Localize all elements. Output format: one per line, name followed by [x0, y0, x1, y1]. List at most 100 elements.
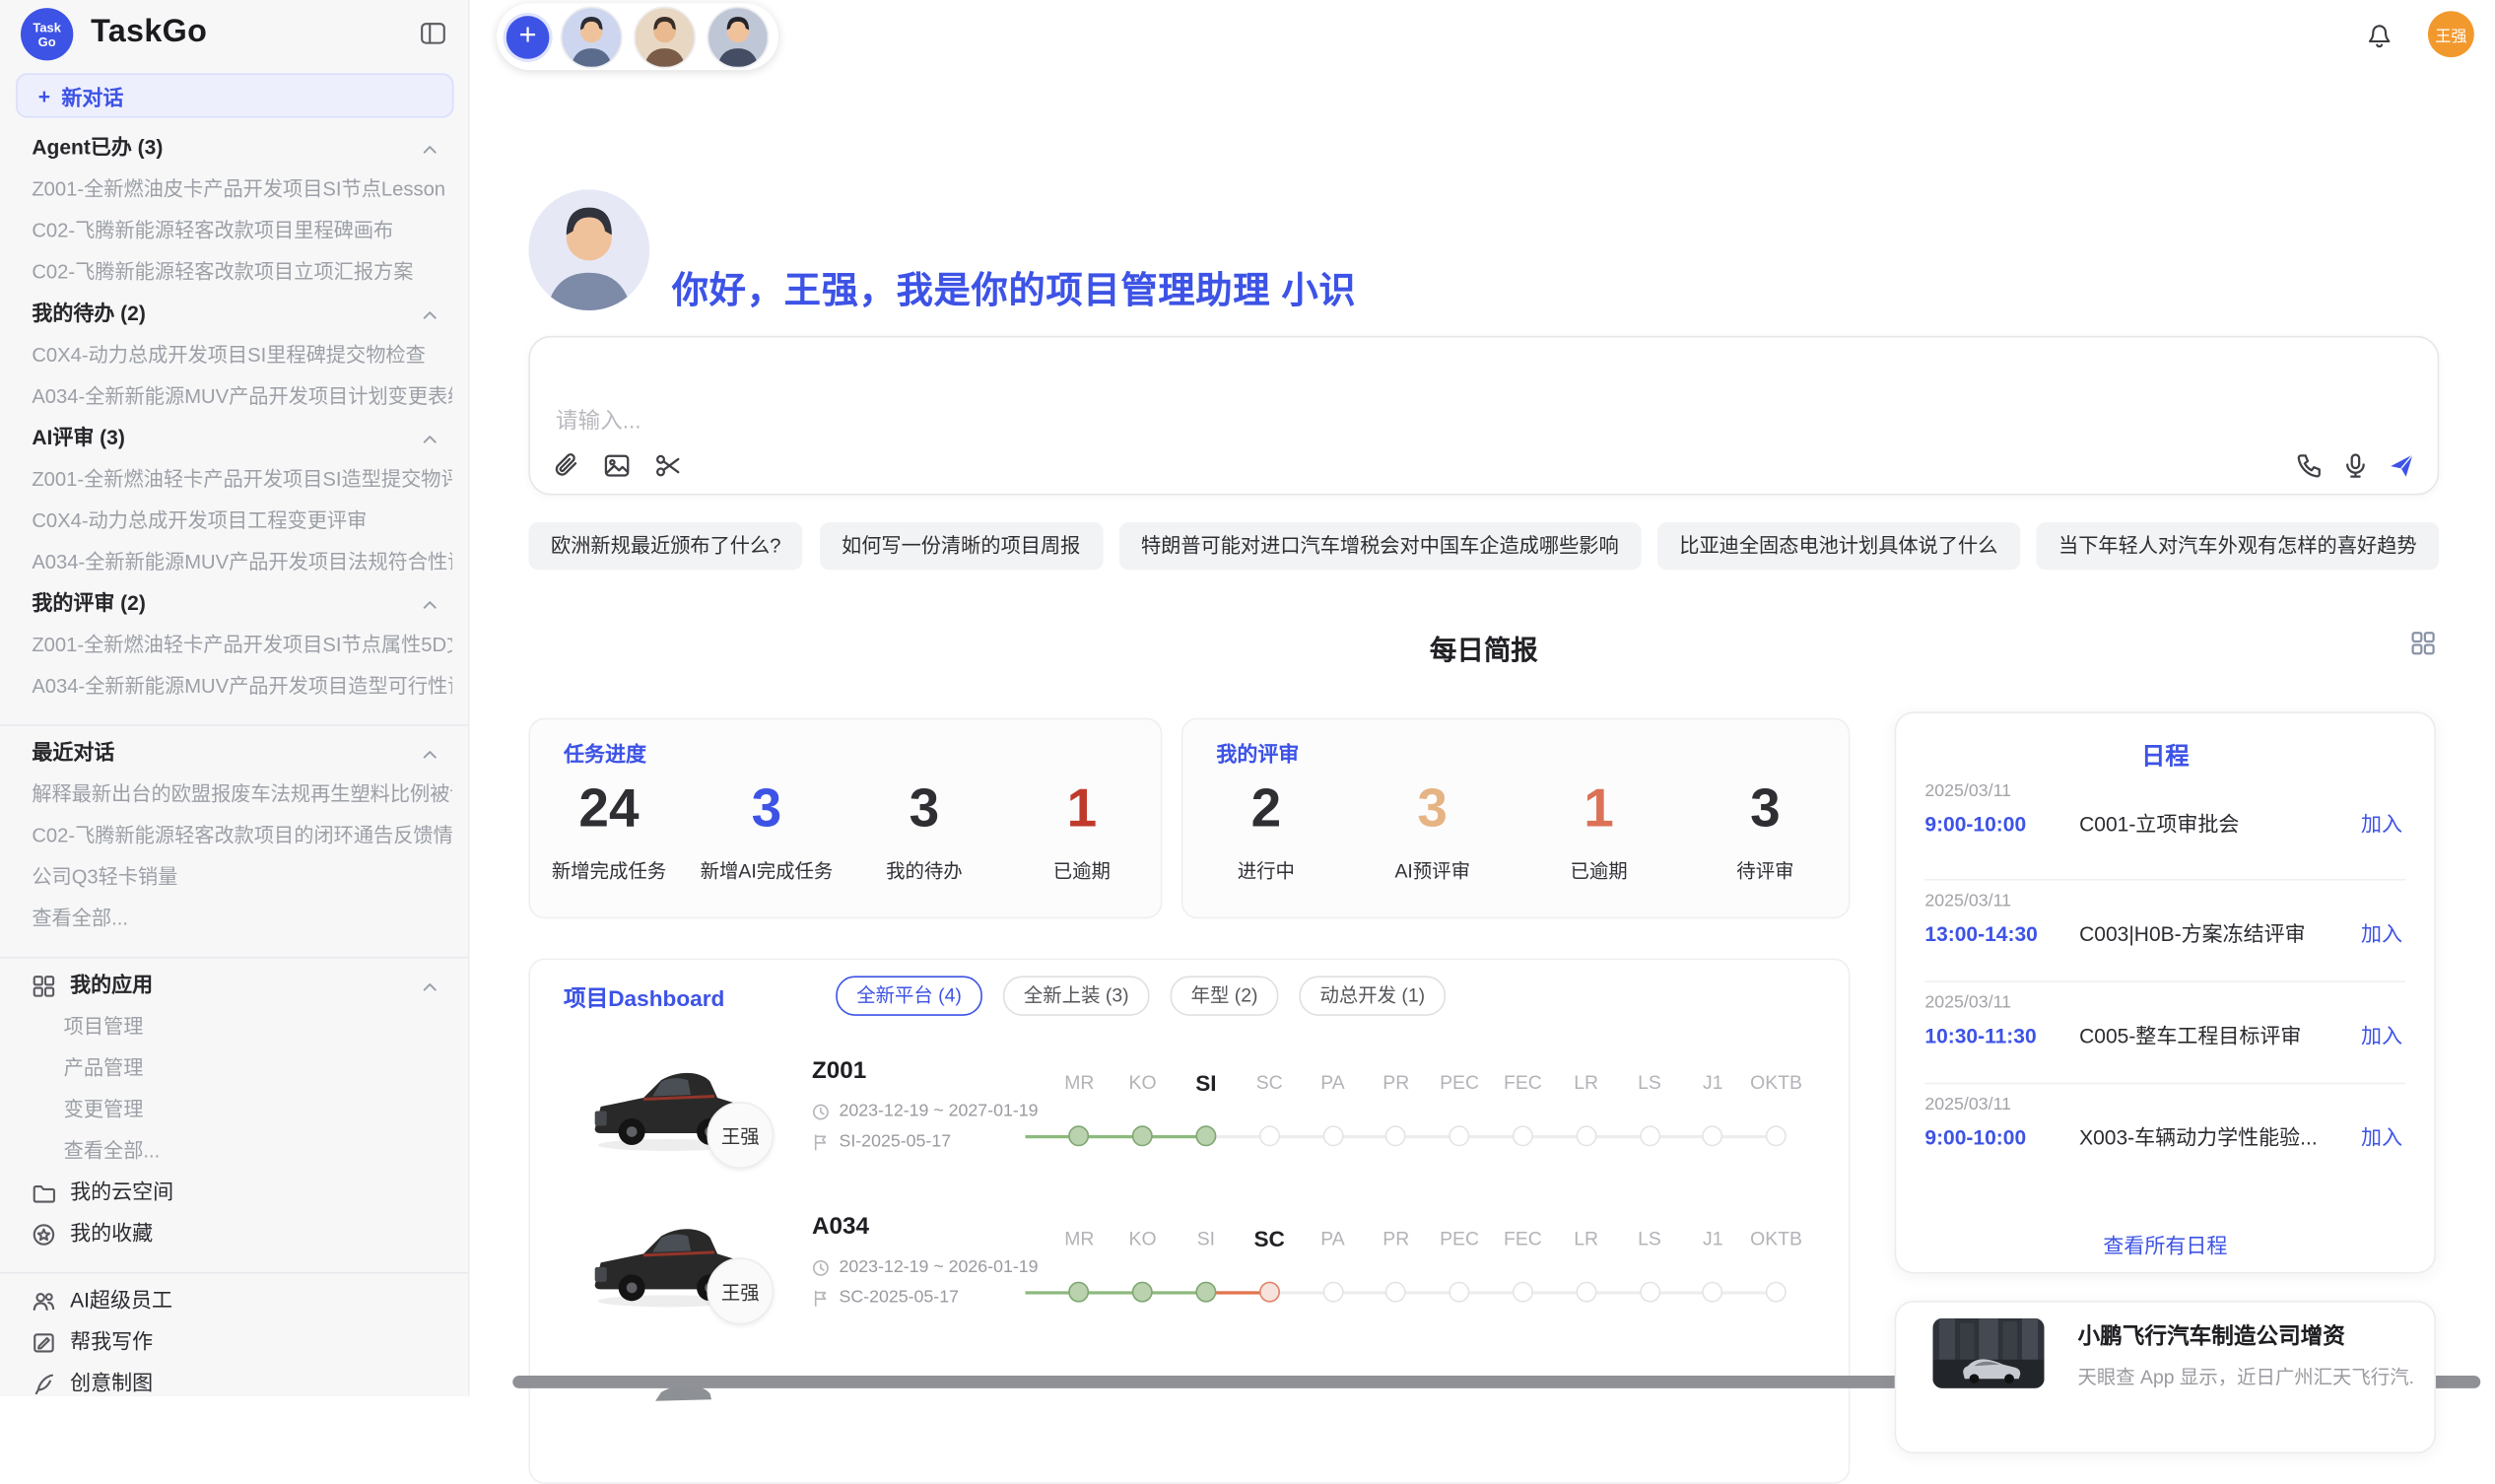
milestone-dot [1703, 1125, 1723, 1146]
suggestion-chip[interactable]: 特朗普可能对进口汽车增税会对中国车企造成哪些影响 [1118, 522, 1641, 570]
section-ai-review[interactable]: AI评审 (3) [32, 424, 452, 452]
milestone-dot [1639, 1125, 1659, 1146]
join-link[interactable]: 加入 [2361, 1124, 2402, 1153]
milestone-mr: MR [1047, 1067, 1111, 1166]
task-progress-card: 任务进度 24 新增完成任务 3 新增AI完成任务 3 我的待办 1 已逾期 [528, 718, 1162, 919]
conversation-item[interactable]: 解释最新出台的欧盟报废车法规再生塑料比例被调至15%... [32, 780, 452, 809]
sidebar-item-creative-draw[interactable]: 创意制图 [32, 1370, 452, 1396]
agent-avatar[interactable] [707, 6, 769, 68]
tab-new-body[interactable]: 全新上装 (3) [1003, 976, 1150, 1015]
conversation-item[interactable]: Z001-全新燃油轻卡产品开发项目SI造型提交物评审 [32, 465, 452, 494]
divider [1924, 980, 2405, 982]
chevron-up-icon[interactable] [421, 304, 439, 323]
conversation-item[interactable]: C02-飞腾新能源轻客改款项目立项汇报方案 [32, 258, 452, 287]
attachment-icon[interactable] [553, 452, 579, 479]
image-icon[interactable] [603, 452, 630, 479]
conversation-item[interactable]: Z001-全新燃油轻卡产品开发项目SI节点属性5D文件评审 [32, 631, 452, 659]
conversation-item[interactable]: A034-全新新能源MUV产品开发项目法规符合性评审 [32, 548, 452, 576]
schedule-event: 2025/03/11 9:00-10:00 C001-立项审批会 加入 [1924, 781, 2405, 861]
suggestion-chips: 欧洲新规最近颁布了什么? 如何写一份清晰的项目周报 特朗普可能对进口汽车增税会对… [528, 522, 2439, 570]
daily-brief-title: 每日简报 [528, 628, 2439, 667]
card-title: 任务进度 [564, 737, 646, 768]
new-chat-button[interactable]: + 新对话 [16, 73, 453, 117]
phone-icon[interactable] [2296, 452, 2323, 479]
chevron-up-icon[interactable] [421, 594, 439, 613]
milestone-si: SI [1175, 1067, 1238, 1166]
view-all-chats[interactable]: 查看全部... [32, 905, 452, 933]
milestone-dot [1766, 1125, 1787, 1146]
section-recent-chats[interactable]: 最近对话 [32, 739, 452, 768]
sidebar-collapse-icon[interactable] [419, 19, 447, 47]
tab-powertrain[interactable]: 动总开发 (1) [1299, 976, 1446, 1015]
join-link[interactable]: 加入 [2361, 920, 2402, 949]
input-tools-left [553, 452, 682, 479]
milestone-ko: KO [1111, 1067, 1174, 1166]
chevron-up-icon[interactable] [421, 976, 439, 994]
sidebar-item-help-write[interactable]: 帮我写作 [32, 1327, 452, 1356]
conversation-item[interactable]: A034-全新新能源MUV产品开发项目造型可行性评审 [32, 672, 452, 701]
milestone-dot [1195, 1282, 1216, 1303]
topbar-right: 王强 [2366, 11, 2474, 57]
milestone-pr: PR [1365, 1067, 1428, 1166]
join-link[interactable]: 加入 [2361, 1022, 2402, 1050]
join-link[interactable]: 加入 [2361, 810, 2402, 839]
agent-avatar[interactable] [634, 6, 696, 68]
sidebar-item-product-mgmt[interactable]: 产品管理 [64, 1054, 452, 1083]
logo-text-1: Task [33, 20, 61, 34]
user-avatar[interactable]: 王强 [2428, 11, 2474, 57]
chat-input-card[interactable]: 请输入... [528, 336, 2439, 496]
sidebar-item-favorites[interactable]: 我的收藏 [32, 1220, 452, 1248]
agent-avatar[interactable] [561, 6, 623, 68]
tab-new-platform[interactable]: 全新平台 (4) [836, 976, 982, 1015]
conversation-item[interactable]: A034-全新新能源MUV产品开发项目计划变更表编写 [32, 382, 452, 411]
project-dashboard-card: 项目Dashboard 全新平台 (4) 全新上装 (3) 年型 (2) 动总开… [528, 959, 1850, 1484]
milestone-dot [1069, 1125, 1090, 1146]
chevron-up-icon[interactable] [421, 744, 439, 763]
layout-grid-icon[interactable] [2410, 631, 2436, 656]
sidebar-item-project-mgmt[interactable]: 项目管理 [64, 1013, 452, 1042]
milestone-dot [1322, 1125, 1343, 1146]
conversation-item[interactable]: C0X4-动力总成开发项目SI里程碑提交物检查 [32, 341, 452, 370]
suggestion-chip[interactable]: 比亚迪全固态电池计划具体说了什么 [1657, 522, 2020, 570]
sidebar-item-cloud-space[interactable]: 我的云空间 [32, 1179, 452, 1207]
suggestion-chip[interactable]: 欧洲新规最近颁布了什么? [528, 522, 803, 570]
conversation-item[interactable]: C0X4-动力总成开发项目工程变更评审 [32, 506, 452, 535]
apps-grid-icon [32, 974, 55, 997]
conversation-item[interactable]: 公司Q3轻卡销量 [32, 863, 452, 892]
sidebar-item-change-mgmt[interactable]: 变更管理 [64, 1096, 452, 1124]
view-all-apps[interactable]: 查看全部... [64, 1137, 452, 1166]
suggestion-chip[interactable]: 如何写一份清晰的项目周报 [819, 522, 1103, 570]
sidebar-item-my-apps[interactable]: 我的应用 [32, 972, 452, 1000]
stat-my-todo: 3 我的待办 [845, 774, 1003, 883]
section-my-review[interactable]: 我的评审 (2) [32, 589, 452, 618]
chevron-up-icon[interactable] [421, 429, 439, 447]
suggestion-chip[interactable]: 当下年轻人对汽车外观有怎样的喜好趋势 [2036, 522, 2439, 570]
schedule-card: 日程 2025/03/11 9:00-10:00 C001-立项审批会 加入 2… [1895, 711, 2436, 1273]
send-icon[interactable] [2389, 452, 2415, 479]
milestone-pr: PR [1365, 1223, 1428, 1321]
news-title: 小鹏飞行汽车制造公司增资 [2077, 1319, 2344, 1351]
project-dates: 2023-12-19 ~ 2027-01-19 [812, 1102, 1039, 1120]
conversation-item[interactable]: C02-飞腾新能源轻客改款项目里程碑画布 [32, 217, 452, 245]
view-all-schedule-link[interactable]: 查看所有日程 [1896, 1229, 2434, 1259]
milestone-strip: MRKOSISCPAPRPECFECLRLSJ1OKTB [1047, 1223, 1808, 1321]
milestone-ko: KO [1111, 1223, 1174, 1321]
tab-model-year[interactable]: 年型 (2) [1171, 976, 1279, 1015]
chevron-up-icon[interactable] [421, 139, 439, 158]
add-agent-button[interactable]: + [506, 15, 550, 58]
scissors-icon[interactable] [654, 452, 681, 479]
schedule-title: 日程 [1896, 739, 2434, 773]
schedule-event: 2025/03/11 9:00-10:00 X003-车辆动力学性能验... 加… [1924, 1096, 2405, 1176]
conversation-item[interactable]: C02-飞腾新能源轻客改款项目的闭环通告反馈情况 [32, 822, 452, 850]
conversation-item[interactable]: Z001-全新燃油皮卡产品开发项目SI节点Lesson Learn报告 [32, 175, 452, 204]
dashboard-tabs: 全新平台 (4) 全新上装 (3) 年型 (2) 动总开发 (1) [836, 976, 1446, 1015]
microphone-icon[interactable] [2342, 452, 2369, 479]
notification-bell-icon[interactable] [2366, 20, 2393, 48]
section-my-todo[interactable]: 我的待办 (2) [32, 300, 452, 328]
sidebar-item-ai-employees[interactable]: AI超级员工 [32, 1286, 452, 1315]
project-row[interactable]: 王强 A034 2023-12-19 ~ 2026-01-19 SC-2025-… [530, 1200, 1850, 1356]
project-row[interactable]: 王强 Z001 2023-12-19 ~ 2027-01-19 SI-2025-… [530, 1045, 1850, 1200]
news-card[interactable]: 小鹏飞行汽车制造公司增资 天眼查 App 显示，近日广州汇天飞行汽... [1895, 1301, 2436, 1453]
section-agent-done[interactable]: Agent已办 (3) [32, 134, 452, 163]
stat-new-done: 24 新增完成任务 [530, 774, 688, 883]
